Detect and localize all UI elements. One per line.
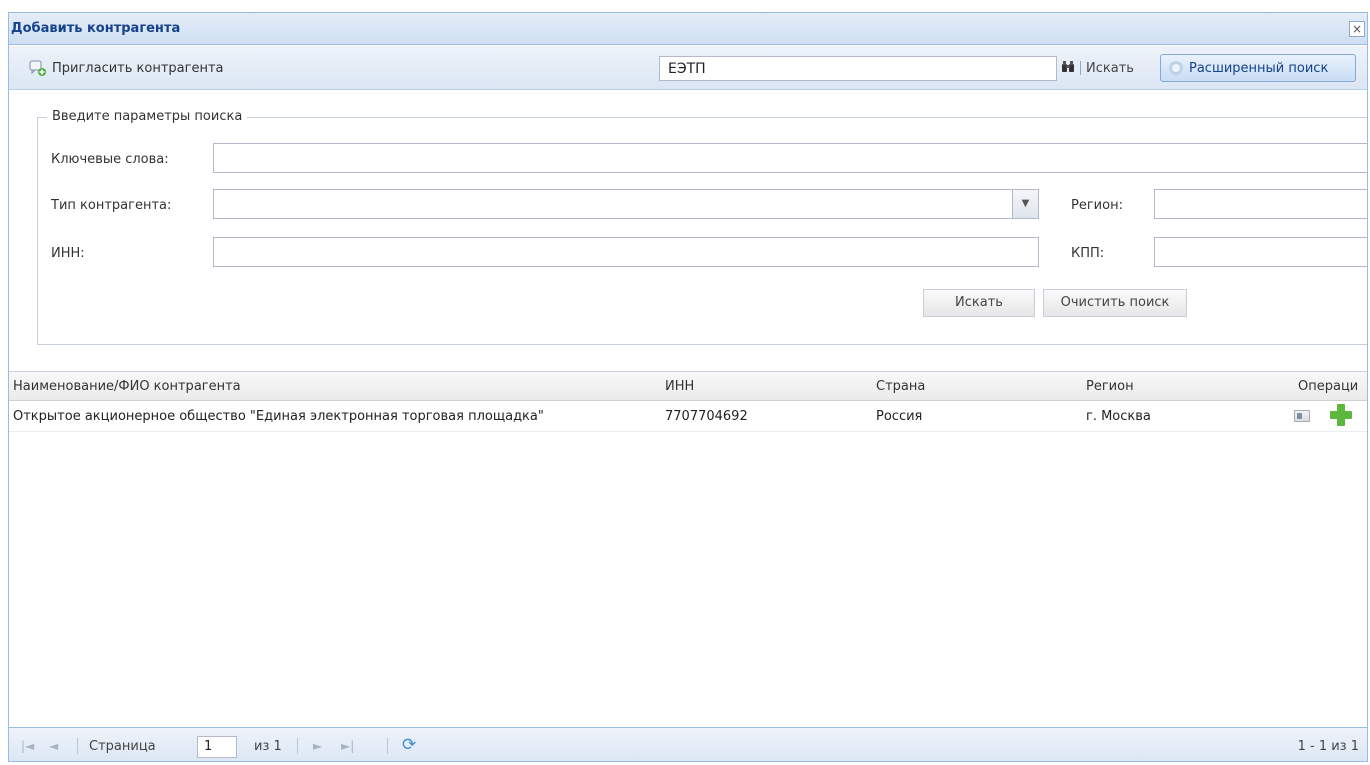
last-page-icon[interactable]: ►| xyxy=(341,739,354,753)
add-icon[interactable] xyxy=(1330,404,1352,426)
toolbar-separator xyxy=(1080,61,1081,75)
prev-page-icon[interactable]: ◄ xyxy=(49,739,58,753)
keywords-field[interactable] xyxy=(213,143,1367,173)
toolbar: Пригласить контрагента Искать Расширенны… xyxy=(9,46,1367,90)
pager-separator xyxy=(77,738,78,754)
dialog-titlebar: Добавить контрагента × xyxy=(9,13,1367,45)
clear-search-button[interactable]: Очистить поиск xyxy=(1043,289,1187,317)
search-parameters-legend: Введите параметры поиска xyxy=(47,109,248,124)
page-label: Страница xyxy=(89,739,156,754)
column-header-name[interactable]: Наименование/ФИО контрагента xyxy=(13,379,241,394)
page-total-label: из 1 xyxy=(254,739,282,754)
invite-counterparty-button[interactable]: Пригласить контрагента xyxy=(29,58,224,78)
page-number-input[interactable]: 1 xyxy=(197,736,237,758)
counterparty-type-label: Тип контрагента: xyxy=(51,198,172,213)
binoculars-icon xyxy=(1061,60,1075,77)
advanced-search-label: Расширенный поиск xyxy=(1189,60,1329,76)
dialog-title: Добавить контрагента xyxy=(11,21,181,36)
advanced-search-button[interactable]: Расширенный поиск xyxy=(1160,54,1356,82)
kpp-field[interactable] xyxy=(1154,237,1367,267)
inn-field[interactable] xyxy=(213,237,1039,267)
chevron-down-icon[interactable]: ▼ xyxy=(1013,189,1039,219)
table-row[interactable]: Открытое акционерное общество "Единая эл… xyxy=(9,402,1367,432)
kpp-label: КПП: xyxy=(1071,246,1105,261)
inn-label: ИНН: xyxy=(51,246,85,261)
column-header-country[interactable]: Страна xyxy=(876,379,925,394)
region-label: Регион: xyxy=(1071,198,1123,213)
next-page-icon[interactable]: ► xyxy=(313,739,322,753)
pager-separator xyxy=(297,738,298,754)
refresh-icon[interactable]: ⟳ xyxy=(402,735,422,755)
pager-separator xyxy=(387,738,388,754)
keywords-label: Ключевые слова: xyxy=(51,152,169,167)
paging-summary: 1 - 1 из 1 xyxy=(1297,739,1359,754)
view-card-icon[interactable] xyxy=(1294,410,1310,422)
cell-inn: 7707704692 xyxy=(665,409,748,424)
cell-region: г. Москва xyxy=(1086,409,1151,424)
quick-search-input[interactable] xyxy=(659,56,1057,81)
grid-header: Наименование/ФИО контрагента ИНН Страна … xyxy=(9,371,1367,401)
paging-toolbar: |◄ ◄ Страница 1 из 1 ► ►| ⟳ 1 - 1 из 1 xyxy=(9,727,1367,761)
close-icon[interactable]: × xyxy=(1349,21,1365,37)
counterparty-type-select[interactable] xyxy=(213,189,1013,219)
add-counterparty-dialog: Добавить контрагента × Пригласить контра… xyxy=(8,12,1368,762)
quick-search-label: Искать xyxy=(1086,60,1134,76)
cell-name: Открытое акционерное общество "Единая эл… xyxy=(13,409,544,424)
column-header-region[interactable]: Регион xyxy=(1086,379,1134,394)
quick-search-button[interactable]: Искать xyxy=(1061,58,1134,78)
first-page-icon[interactable]: |◄ xyxy=(21,739,34,753)
column-header-operations[interactable]: Операци xyxy=(1298,379,1358,394)
region-field[interactable] xyxy=(1154,189,1367,219)
invite-counterparty-label: Пригласить контрагента xyxy=(52,60,224,76)
cell-country: Россия xyxy=(876,409,923,424)
gear-icon xyxy=(1169,61,1183,75)
search-button[interactable]: Искать xyxy=(923,289,1035,317)
column-header-inn[interactable]: ИНН xyxy=(665,379,694,394)
invite-user-icon xyxy=(29,60,47,76)
